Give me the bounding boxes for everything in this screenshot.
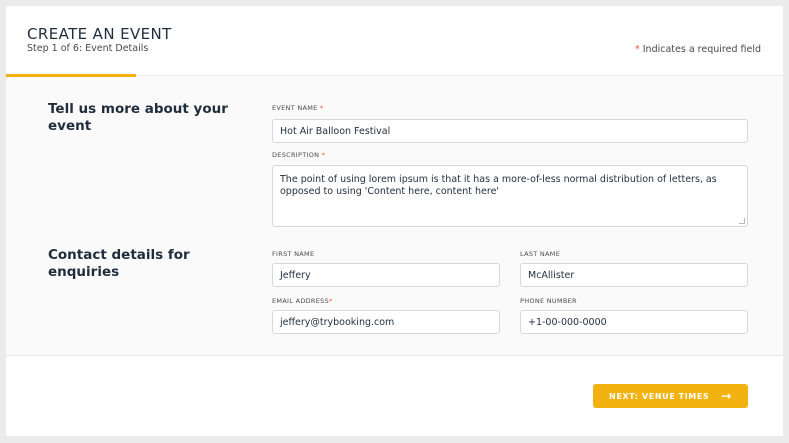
first-name-input[interactable]: Jeffery [272, 263, 500, 287]
resize-handle-icon[interactable] [739, 218, 745, 224]
section-title-contact: Contact details for enquiries [48, 247, 190, 280]
section-title-event: Tell us more about your event [48, 101, 228, 134]
description-label: DESCRIPTION * [272, 151, 326, 159]
event-name-input[interactable]: Hot Air Balloon Festival [272, 119, 748, 143]
required-note-text: Indicates a required field [639, 44, 761, 55]
last-name-label: LAST NAME [520, 250, 561, 258]
event-name-label: EVENT NAME * [272, 104, 324, 112]
last-name-input[interactable]: McAllister [520, 263, 748, 287]
phone-input[interactable]: +1-00-000-0000 [520, 310, 748, 334]
first-name-label: FIRST NAME [272, 250, 315, 258]
arrow-right-icon: → [721, 389, 732, 403]
create-event-card: CREATE AN EVENT Step 1 of 6: Event Detai… [6, 6, 783, 436]
email-input[interactable]: jeffery@trybooking.com [272, 310, 500, 334]
page-header: CREATE AN EVENT Step 1 of 6: Event Detai… [6, 6, 783, 77]
description-textarea[interactable]: The point of using lorem ipsum is that i… [272, 165, 748, 227]
step-indicator: Step 1 of 6: Event Details [27, 43, 149, 54]
required-field-note: * Indicates a required field [635, 44, 761, 55]
next-button-label: NEXT: VENUE TIMES [609, 391, 710, 401]
email-label: EMAIL ADDRESS* [272, 297, 333, 305]
form-body: Tell us more about your event EVENT NAME… [6, 77, 783, 356]
form-footer: NEXT: VENUE TIMES → [6, 356, 783, 436]
next-venue-times-button[interactable]: NEXT: VENUE TIMES → [593, 384, 748, 408]
page-title: CREATE AN EVENT [27, 25, 172, 43]
description-text: The point of using lorem ipsum is that i… [280, 174, 717, 197]
phone-label: PHONE NUMBER [520, 297, 577, 305]
